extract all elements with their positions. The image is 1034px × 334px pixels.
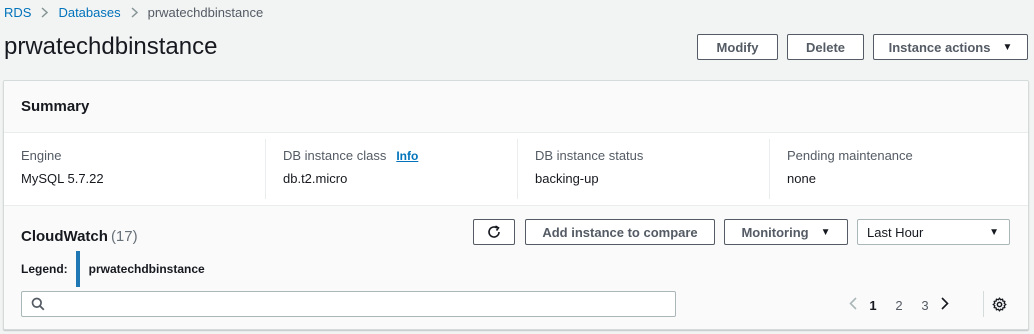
engine-label: Engine [21,148,62,163]
legend-value: prwatechdbinstance [88,262,205,276]
cloudwatch-title-text: CloudWatch [21,228,108,245]
breadcrumb: RDS Databases prwatechdbinstance [4,3,263,21]
settings-button[interactable] [992,297,1007,315]
refresh-button[interactable] [473,219,515,245]
summary-col-status: DB instance status backing-up [535,133,765,206]
summary-title: Summary [21,98,90,115]
instance-class-label: DB instance class [283,148,387,163]
monitoring-label: Monitoring [741,224,809,240]
instance-class-label-row: DB instance class Info [283,148,418,163]
instance-status-label: DB instance status [535,148,644,163]
time-range-select[interactable]: Last Hour ▼ [857,219,1010,245]
instance-actions-label: Instance actions [888,39,991,55]
column-divider [769,139,770,199]
breadcrumb-databases-link[interactable]: Databases [58,5,120,20]
page-title: prwatechdbinstance [4,33,218,60]
breadcrumb-rds-link[interactable]: RDS [4,5,31,20]
instance-actions-button[interactable]: Instance actions ▼ [873,34,1028,60]
instance-class-value: db.t2.micro [283,171,348,186]
chevron-right-icon [41,6,49,18]
pending-maintenance-value: none [787,171,816,186]
cloudwatch-section: CloudWatch (17) Add instance to compare M… [4,206,1028,329]
cloudwatch-title: CloudWatch (17) [21,228,138,245]
pagination-divider [983,291,984,317]
cloudwatch-count: (17) [110,228,138,245]
engine-value: MySQL 5.7.22 [21,171,104,186]
time-range-value: Last Hour [867,224,924,240]
next-page-button[interactable] [938,297,952,313]
caret-down-icon: ▼ [820,226,831,238]
column-divider [265,139,266,199]
legend: Legend: prwatechdbinstance [21,251,205,287]
summary-columns: Engine MySQL 5.7.22 DB instance class Inf… [4,133,1028,206]
info-link[interactable]: Info [396,149,418,163]
pending-maintenance-label: Pending maintenance [787,148,913,163]
chevron-right-icon [131,6,138,18]
page-2-button[interactable]: 2 [886,298,912,313]
search-icon [31,297,45,314]
breadcrumb-current: prwatechdbinstance [147,4,264,20]
page-3-button[interactable]: 3 [912,298,938,313]
gear-icon [992,297,1007,312]
page-1-button[interactable]: 1 [860,298,886,313]
instance-status-value: backing-up [535,171,599,186]
column-divider [517,139,518,199]
summary-col-engine: Engine MySQL 5.7.22 [21,133,251,206]
caret-down-icon: ▼ [989,227,999,238]
search-input[interactable] [50,295,670,313]
summary-col-instance-class: DB instance class Info db.t2.micro [283,133,513,206]
search-field[interactable] [21,291,676,317]
legend-color-swatch [75,251,80,287]
summary-header: Summary [4,81,1028,133]
summary-col-maintenance: Pending maintenance none [787,133,1017,206]
modify-button[interactable]: Modify [697,34,778,60]
chevron-right-icon [941,297,949,310]
add-instance-to-compare-button[interactable]: Add instance to compare [525,219,715,245]
refresh-icon [488,225,500,238]
caret-down-icon: ▼ [1002,41,1013,53]
delete-button[interactable]: Delete [787,34,864,60]
pagination: 1 2 3 [846,296,952,314]
monitoring-button[interactable]: Monitoring ▼ [724,219,848,245]
chevron-left-icon [849,297,857,310]
summary-panel: Summary Engine MySQL 5.7.22 DB instance … [3,80,1029,330]
prev-page-button[interactable] [846,297,860,313]
legend-label: Legend: [21,262,68,276]
